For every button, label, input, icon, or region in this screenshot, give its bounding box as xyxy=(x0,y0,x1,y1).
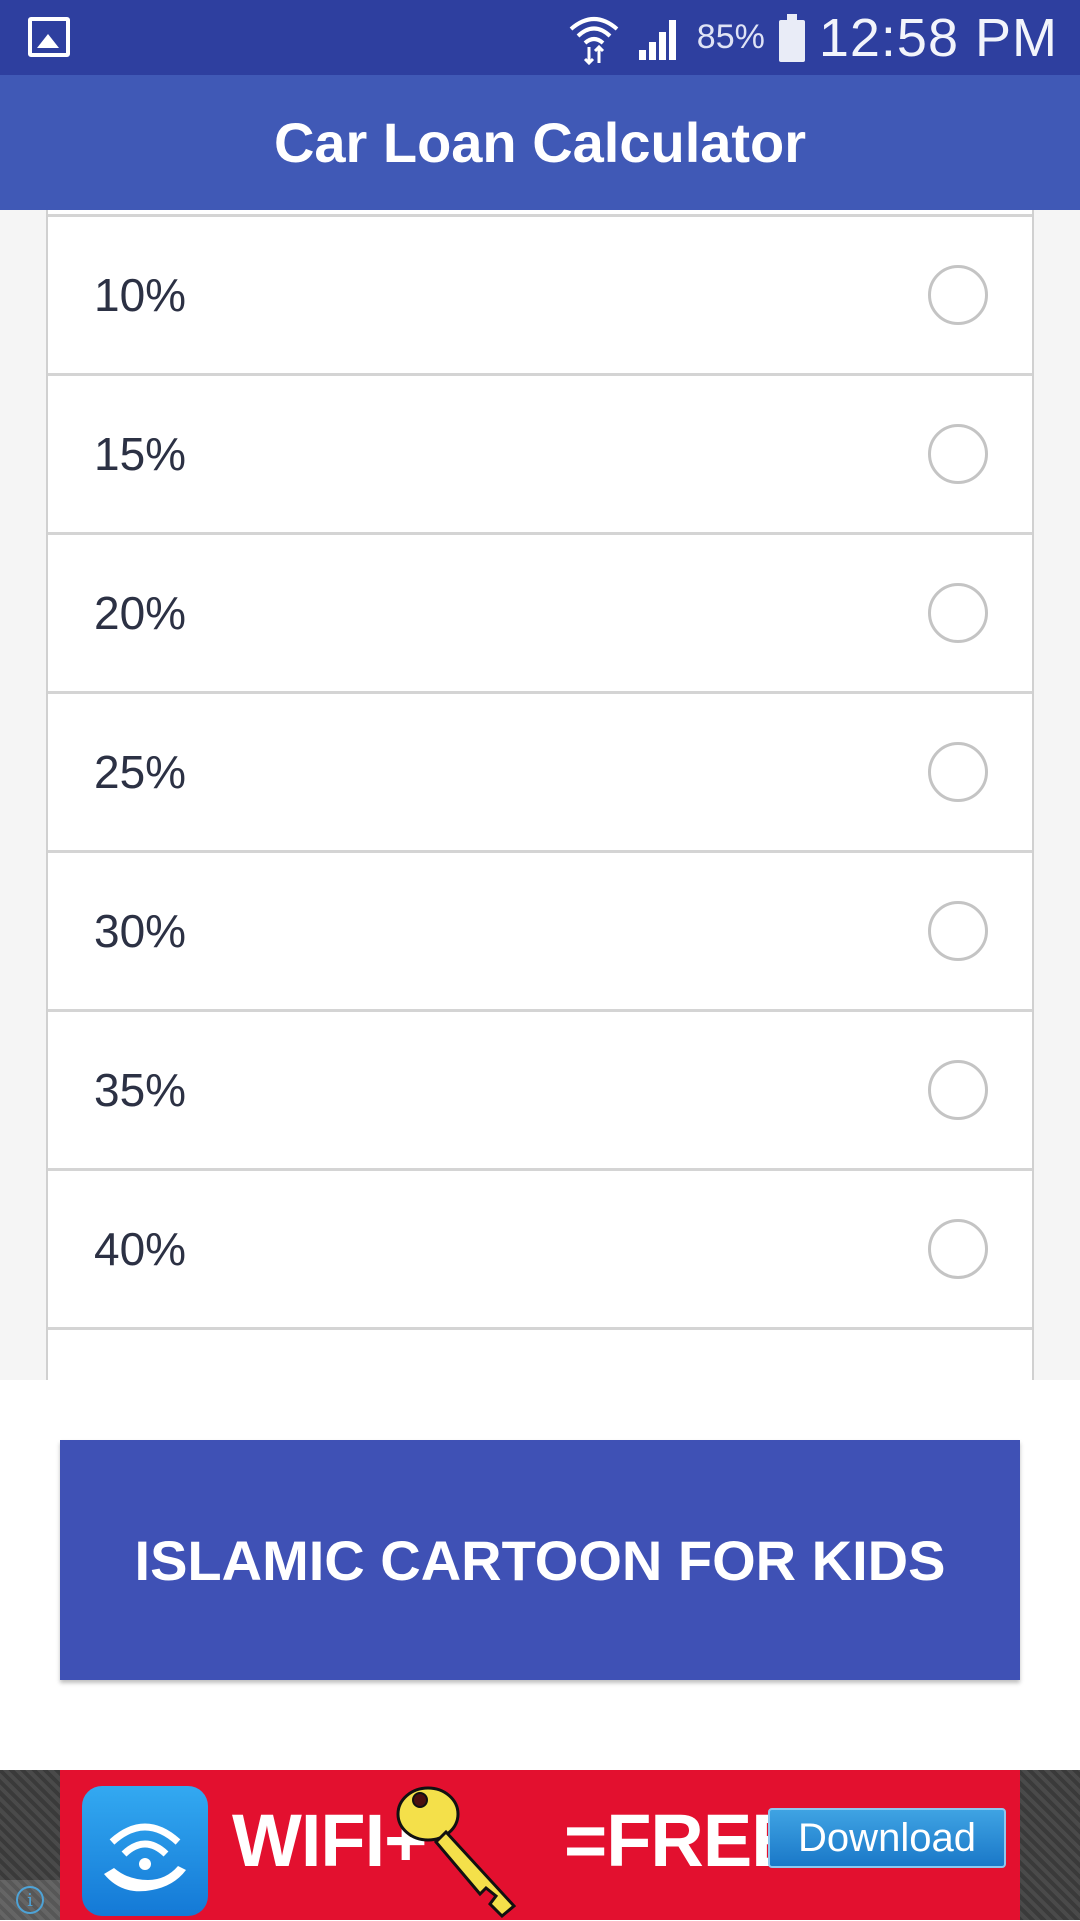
app-bar: Car Loan Calculator xyxy=(0,75,1080,210)
ad-area: WIFI+ =FREE Download i xyxy=(0,1770,1080,1920)
option-row-20[interactable]: 20% xyxy=(48,532,1032,691)
info-icon[interactable]: i xyxy=(0,1880,60,1920)
radio-button[interactable] xyxy=(928,742,988,802)
option-row-10[interactable]: 10% xyxy=(48,214,1032,373)
status-bar: 85% 12:58 PM xyxy=(0,0,1080,75)
option-label: 10% xyxy=(94,269,187,321)
option-label: 15% xyxy=(94,428,187,480)
option-row-15[interactable]: 15% xyxy=(48,373,1032,532)
options-card: 10% 15% 20% 25% 30% 35% 40% xyxy=(46,210,1034,1380)
signal-icon xyxy=(638,19,676,60)
battery-icon xyxy=(778,13,805,62)
key-icon xyxy=(396,1786,517,1919)
ad-download-button[interactable]: Download xyxy=(768,1808,1006,1868)
status-indicators: 85% 12:58 PM xyxy=(567,0,1058,75)
option-label: 35% xyxy=(94,1064,187,1116)
promo-button-label: ISLAMIC CARTOON FOR KIDS xyxy=(134,1528,946,1592)
radio-button[interactable] xyxy=(928,265,988,325)
options-list[interactable]: 10% 15% 20% 25% 30% 35% 40% xyxy=(0,210,1080,1380)
ad-banner[interactable]: WIFI+ =FREE Download xyxy=(60,1770,1020,1920)
option-row-30[interactable]: 30% xyxy=(48,850,1032,1009)
option-label: 30% xyxy=(94,905,187,957)
option-label: 40% xyxy=(94,1223,187,1275)
option-row-partial[interactable] xyxy=(48,1327,1032,1380)
option-row-35[interactable]: 35% xyxy=(48,1009,1032,1168)
wifi-app-icon xyxy=(82,1786,208,1916)
radio-button[interactable] xyxy=(928,1060,988,1120)
option-label: 25% xyxy=(94,746,187,798)
option-row-25[interactable]: 25% xyxy=(48,691,1032,850)
radio-button[interactable] xyxy=(928,1219,988,1279)
clock: 12:58 PM xyxy=(818,7,1058,68)
ad-text-free: =FREE xyxy=(564,1799,801,1882)
radio-button[interactable] xyxy=(928,901,988,961)
wifi-icon xyxy=(569,16,619,65)
option-label: 20% xyxy=(94,587,187,639)
option-row-40[interactable]: 40% xyxy=(48,1168,1032,1327)
battery-percent: 85% xyxy=(696,18,765,56)
page-title: Car Loan Calculator xyxy=(273,111,807,174)
islamic-cartoon-button[interactable]: ISLAMIC CARTOON FOR KIDS xyxy=(60,1440,1020,1680)
gallery-icon xyxy=(28,17,70,57)
radio-button[interactable] xyxy=(928,583,988,643)
radio-button[interactable] xyxy=(928,424,988,484)
